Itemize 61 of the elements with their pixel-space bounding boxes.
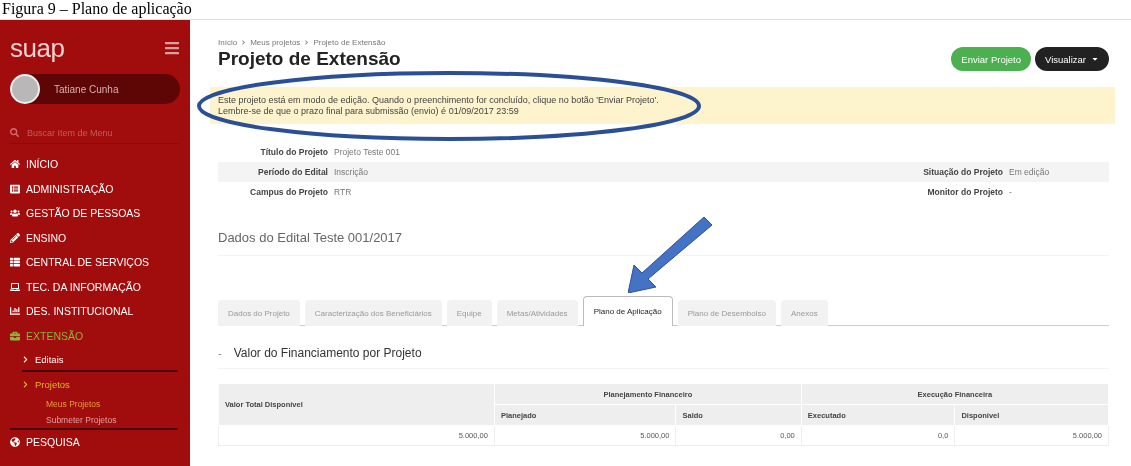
field-label: Título do Projeto <box>259 147 328 157</box>
tab[interactable]: Dados do Projeto <box>218 300 300 326</box>
menu-item-icon <box>10 281 20 292</box>
breadcrumb-link[interactable]: Início <box>218 38 238 47</box>
sidebar-subitem[interactable]: Submeter Projetos <box>22 412 178 428</box>
search-field[interactable]: Buscar Item de Menu <box>27 127 167 138</box>
alert-text: Lembre-se de que o prazo final para submissão (envio) é 01/09/2017 23:59 <box>218 106 520 116</box>
view-dropdown-button[interactable]: Visualizar <box>1035 47 1109 71</box>
sidebar-subitem[interactable]: Meus Projetos <box>22 396 178 412</box>
menu-item-icon <box>10 257 20 268</box>
submit-button[interactable]: Enviar Projeto <box>951 47 1031 71</box>
user-pill[interactable]: Tatiane Cunha <box>10 74 180 104</box>
menu-item-icon <box>10 159 20 170</box>
sidebar-item[interactable]: ADMINISTRAÇÃO <box>10 176 180 201</box>
logo: suap <box>10 32 65 64</box>
page-title: Projeto de Extensão <box>218 48 401 70</box>
field-label: Período do Edital <box>257 167 328 177</box>
menu-item-icon <box>10 330 20 341</box>
tab[interactable]: Plano de Desembolso <box>677 300 776 326</box>
sidebar-item[interactable]: GESTÃO DE PESSOAS <box>10 201 180 226</box>
tab[interactable]: Caracterização dos Beneficiários <box>304 300 442 326</box>
menu-item-icon <box>10 232 20 243</box>
sidebar-item[interactable]: TEC. DA INFORMAÇÃO <box>10 274 180 299</box>
field-value: Inscrição <box>334 167 369 177</box>
user-name: Tatiane Cunha <box>54 83 119 95</box>
menu-item-icon <box>10 306 20 317</box>
chevron-icon <box>241 40 247 45</box>
sidebar-subitem[interactable]: Editais <box>22 348 178 372</box>
field-value: Em edição <box>1009 167 1051 177</box>
field-value: Projeto Teste 001 <box>334 147 401 157</box>
sidebar-item[interactable]: INÍCIO <box>10 152 180 177</box>
field-value: RTR <box>334 187 353 197</box>
chevron-icon <box>22 355 29 363</box>
field-label: Situação do Projeto <box>922 167 1003 177</box>
sidebar-item[interactable]: CENTRAL DE SERVIÇOS <box>10 250 180 275</box>
collapse-toggle[interactable]: - <box>218 347 222 359</box>
subsection-title: Valor do Financiamento por Projeto <box>233 346 422 360</box>
chevron-icon <box>22 380 29 388</box>
sidebar-subitem[interactable]: Projetos <box>22 372 178 396</box>
menu-icon[interactable] <box>164 40 180 56</box>
figure-caption: Figura 9 – Plano de aplicação <box>1 0 192 18</box>
sidebar-item[interactable]: DES. INSTITUCIONAL <box>10 299 180 324</box>
search-icon <box>10 128 19 137</box>
avatar <box>10 74 40 104</box>
field-label: Campus do Projeto <box>249 187 328 197</box>
caret-icon <box>1091 55 1099 63</box>
field-label: Monitor do Projeto <box>926 187 1003 197</box>
menu-item-icon <box>10 437 20 448</box>
chevron-icon <box>304 40 310 45</box>
sidebar-item[interactable]: PESQUISA <box>10 430 180 455</box>
sidebar-item[interactable]: ENSINO <box>10 225 180 250</box>
tab[interactable]: Equipe <box>446 300 492 326</box>
sidebar-item[interactable]: EXTENSÃO <box>10 323 180 348</box>
field-value: - <box>1009 187 1013 197</box>
alert-text: Este projeto está em modo de edição. Quando o preenchimento for concluído, clique no botão 'Enviar Projeto'. <box>218 95 660 105</box>
breadcrumb-link[interactable]: Projeto de Extensão <box>313 38 386 47</box>
tab[interactable]: Metas/Atividades <box>496 300 578 326</box>
menu-item-icon <box>10 208 20 219</box>
menu-item-icon <box>10 183 20 194</box>
tab[interactable]: Anexos <box>780 300 828 326</box>
breadcrumb-link[interactable]: Meus projetos <box>250 38 301 47</box>
